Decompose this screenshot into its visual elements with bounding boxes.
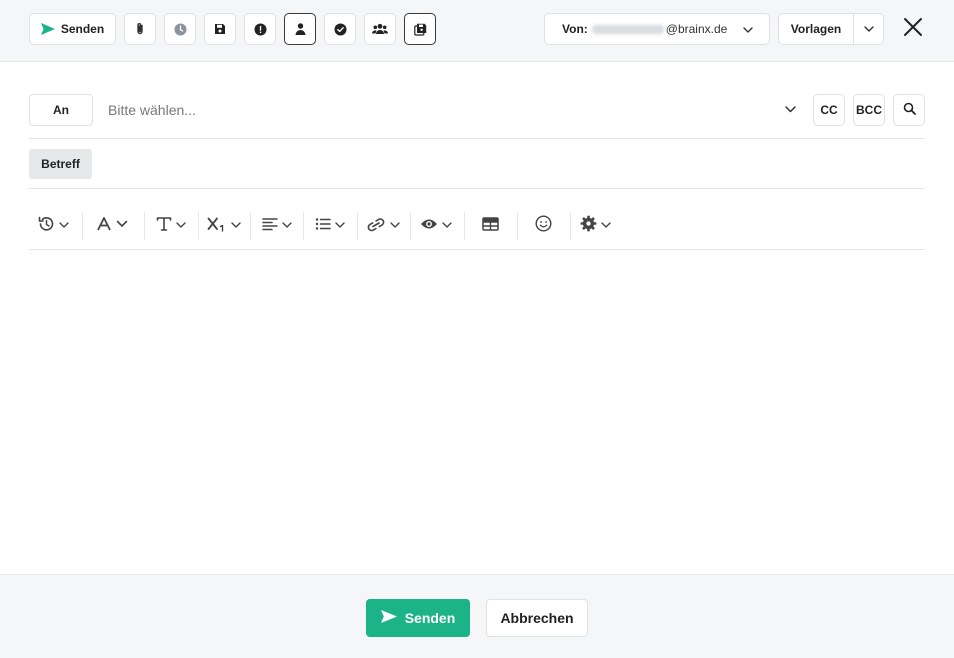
send-button-top[interactable]: Senden [29, 13, 116, 45]
text-format-dropdown[interactable] [156, 213, 186, 239]
toolbar-separator [517, 212, 518, 240]
settings-icon [580, 215, 597, 237]
group-send-button[interactable] [364, 13, 396, 45]
font-color-dropdown[interactable] [96, 213, 128, 239]
chevron-down-icon [743, 24, 753, 38]
table-icon [482, 216, 499, 236]
group-icon [372, 23, 388, 35]
send-icon [380, 610, 397, 626]
search-icon [903, 102, 916, 118]
emoji-icon [535, 215, 552, 237]
close-button[interactable] [899, 15, 927, 43]
chevron-down-icon [390, 217, 400, 235]
read-receipt-button[interactable] [324, 13, 356, 45]
subject-label: Betreff [29, 149, 92, 179]
list-dropdown[interactable] [315, 213, 345, 239]
save-icon [214, 23, 226, 35]
toolbar-separator [144, 212, 145, 240]
clock-icon [174, 23, 187, 36]
toolbar-separator [250, 212, 251, 240]
chevron-down-icon [282, 217, 292, 235]
from-domain: @brainx.de [665, 22, 728, 36]
templates-button[interactable]: Vorlagen [779, 14, 854, 44]
templates-split-button: Vorlagen [778, 13, 884, 45]
cc-button[interactable]: CC [813, 94, 845, 126]
to-label-button[interactable]: An [29, 94, 93, 126]
chevron-down-icon [442, 217, 452, 235]
list-icon [315, 216, 331, 237]
exclamation-icon [254, 23, 267, 36]
chevron-down-icon [863, 26, 874, 32]
send-button[interactable]: Senden [366, 599, 470, 637]
search-contacts-button[interactable] [893, 94, 925, 126]
save-copy-icon [413, 23, 427, 36]
schedule-button[interactable] [164, 13, 196, 45]
preview-dropdown[interactable] [420, 213, 452, 239]
chevron-down-icon [601, 217, 611, 235]
message-body-editor[interactable] [29, 251, 925, 571]
insert-table-button[interactable] [482, 213, 499, 239]
save-copy-button[interactable] [404, 13, 436, 45]
paperclip-icon [134, 22, 146, 36]
from-label: Von: [562, 22, 588, 36]
settings-dropdown[interactable] [580, 213, 611, 239]
priority-button[interactable] [244, 13, 276, 45]
toolbar-separator [570, 212, 571, 240]
align-dropdown[interactable] [262, 213, 292, 239]
send-icon [40, 23, 55, 35]
toolbar-separator [198, 212, 199, 240]
divider [29, 138, 925, 139]
send-label: Senden [60, 22, 105, 36]
history-icon [37, 215, 55, 238]
subject-input[interactable] [104, 149, 924, 179]
chevron-down-icon [335, 217, 345, 235]
align-left-icon [262, 216, 278, 237]
undo-history-dropdown[interactable] [37, 213, 69, 239]
chevron-down-icon [116, 217, 128, 235]
from-address-select[interactable]: Von: @brainx.de [544, 13, 770, 45]
divider [29, 188, 925, 189]
chevron-down-icon[interactable] [784, 103, 797, 121]
toolbar-separator [464, 212, 465, 240]
toolbar-separator [410, 212, 411, 240]
templates-dropdown-toggle[interactable] [854, 14, 883, 44]
send-label: Senden [404, 610, 456, 626]
font-color-icon [96, 216, 112, 237]
bcc-button[interactable]: BCC [853, 94, 885, 126]
preview-icon [420, 217, 438, 236]
chevron-down-icon [231, 217, 241, 235]
toolbar-separator [303, 212, 304, 240]
close-icon [903, 17, 923, 42]
person-icon [295, 23, 306, 35]
cancel-button[interactable]: Abbrechen [486, 599, 588, 637]
text-format-icon [156, 216, 172, 237]
chevron-down-icon [176, 217, 186, 235]
chevron-down-icon [59, 217, 69, 235]
toolbar-separator [357, 212, 358, 240]
check-circle-icon [334, 23, 347, 36]
save-draft-button[interactable] [204, 13, 236, 45]
toolbar-separator [82, 212, 83, 240]
link-dropdown[interactable] [366, 213, 400, 239]
single-recipient-button[interactable] [284, 13, 316, 45]
compose-footer [0, 574, 954, 658]
redacted-username [591, 24, 664, 34]
to-recipient-input[interactable] [108, 94, 808, 126]
subscript-icon [207, 216, 227, 237]
subscript-dropdown[interactable] [207, 213, 241, 239]
emoji-button[interactable] [535, 213, 552, 239]
link-icon [366, 216, 386, 237]
attach-button[interactable] [124, 13, 156, 45]
divider [29, 249, 925, 250]
